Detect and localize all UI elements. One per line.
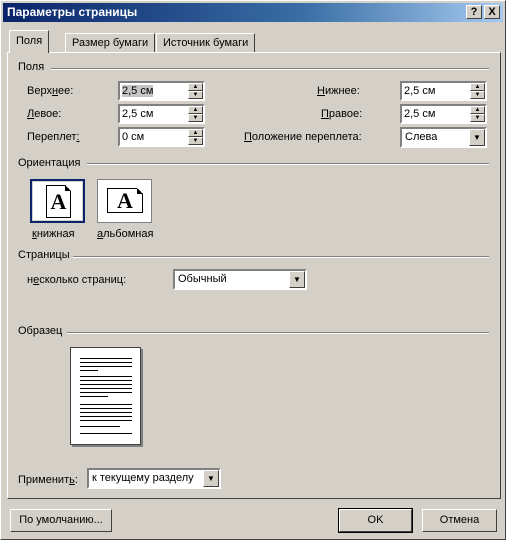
spin-up-icon[interactable]: ▲ bbox=[188, 83, 203, 91]
preview-line bbox=[80, 408, 132, 409]
spin-up-icon[interactable]: ▲ bbox=[188, 129, 203, 137]
dialog-title: Параметры страницы bbox=[7, 5, 138, 19]
gutter-position-value: Слева bbox=[405, 131, 438, 143]
right-margin-label: Правое: bbox=[321, 108, 363, 120]
portrait-option[interactable]: A bbox=[30, 179, 85, 223]
landscape-page-icon: A bbox=[107, 188, 143, 213]
apply-to-label: Применить: bbox=[18, 474, 78, 486]
preview-line bbox=[80, 392, 132, 393]
right-margin-field[interactable]: 2,5 см ▲ ▼ bbox=[400, 104, 487, 124]
spin-down-icon[interactable]: ▼ bbox=[470, 91, 485, 99]
bottom-margin-label: Нижнее: bbox=[317, 85, 360, 97]
top-margin-field[interactable]: 2,5 см ▲ ▼ bbox=[118, 81, 205, 101]
apply-to-select[interactable]: к текущему разделу ▼ bbox=[87, 468, 221, 489]
portrait-label: книжная bbox=[32, 228, 75, 240]
tab-margins[interactable]: Поля bbox=[9, 30, 50, 53]
chevron-down-icon[interactable]: ▼ bbox=[469, 129, 485, 146]
preview-line bbox=[80, 358, 132, 359]
spinner-arrows[interactable]: ▲ ▼ bbox=[188, 83, 203, 99]
spin-up-icon[interactable]: ▲ bbox=[470, 83, 485, 91]
tab-paper-source[interactable]: Источник бумаги bbox=[156, 33, 256, 53]
spin-down-icon[interactable]: ▼ bbox=[188, 137, 203, 145]
spinner-arrows[interactable]: ▲ ▼ bbox=[188, 129, 203, 145]
help-button[interactable]: ? bbox=[466, 5, 482, 19]
left-margin-value: 2,5 см bbox=[122, 108, 154, 120]
preview-line bbox=[80, 362, 132, 363]
preview-line bbox=[80, 420, 132, 421]
page-preview bbox=[70, 347, 141, 445]
divider bbox=[73, 256, 489, 258]
divider bbox=[51, 68, 489, 70]
pages-group-label: Страницы bbox=[18, 249, 70, 261]
preview-line bbox=[80, 370, 98, 371]
tab-label: Поля bbox=[16, 35, 43, 47]
title-bar[interactable]: Параметры страницы ? X bbox=[3, 3, 503, 22]
cancel-button[interactable]: Отмена bbox=[422, 509, 497, 532]
gutter-value: 0 см bbox=[122, 131, 145, 143]
right-margin-value: 2,5 см bbox=[404, 108, 436, 120]
divider bbox=[67, 332, 489, 334]
spinner-arrows[interactable]: ▲ ▼ bbox=[470, 106, 485, 122]
tab-paper-size[interactable]: Размер бумаги bbox=[65, 33, 156, 53]
spinner-arrows[interactable]: ▲ ▼ bbox=[188, 106, 203, 122]
landscape-option[interactable]: A bbox=[97, 179, 152, 223]
preview-line bbox=[80, 376, 132, 377]
spin-up-icon[interactable]: ▲ bbox=[188, 106, 203, 114]
preview-line bbox=[80, 433, 132, 434]
left-margin-field[interactable]: 2,5 см ▲ ▼ bbox=[118, 104, 205, 124]
close-button[interactable]: X bbox=[484, 5, 500, 19]
preview-line bbox=[80, 384, 132, 385]
orientation-group-label: Ориентация bbox=[18, 157, 81, 169]
default-button[interactable]: По умолчанию... bbox=[10, 509, 112, 532]
divider bbox=[87, 163, 489, 165]
preview-line bbox=[80, 396, 108, 397]
preview-line bbox=[80, 404, 132, 405]
spin-down-icon[interactable]: ▼ bbox=[188, 91, 203, 99]
gutter-field[interactable]: 0 см ▲ ▼ bbox=[118, 127, 205, 147]
spinner-arrows[interactable]: ▲ ▼ bbox=[470, 83, 485, 99]
bottom-margin-value: 2,5 см bbox=[404, 85, 436, 97]
ok-button[interactable]: OK bbox=[338, 508, 413, 533]
apply-to-value: к текущему разделу bbox=[92, 472, 194, 484]
preview-line bbox=[80, 388, 132, 389]
portrait-page-icon: A bbox=[46, 185, 71, 218]
tab-label: Размер бумаги bbox=[72, 37, 149, 49]
left-margin-label: Левое: bbox=[27, 108, 62, 120]
preview-line bbox=[80, 426, 120, 427]
multiple-pages-label: несколько страниц: bbox=[27, 274, 127, 286]
preview-line bbox=[80, 412, 132, 413]
gutter-position-select[interactable]: Слева ▼ bbox=[400, 127, 487, 148]
margins-group-label: Поля bbox=[18, 61, 45, 73]
multiple-pages-value: Обычный bbox=[178, 273, 227, 285]
chevron-down-icon[interactable]: ▼ bbox=[289, 271, 305, 288]
preview-group-label: Образец bbox=[18, 325, 63, 337]
spin-down-icon[interactable]: ▼ bbox=[470, 114, 485, 122]
spin-down-icon[interactable]: ▼ bbox=[188, 114, 203, 122]
preview-line bbox=[80, 416, 132, 417]
bottom-margin-field[interactable]: 2,5 см ▲ ▼ bbox=[400, 81, 487, 101]
landscape-label: альбомная bbox=[97, 228, 154, 240]
multiple-pages-select[interactable]: Обычный ▼ bbox=[173, 269, 307, 290]
preview-line bbox=[80, 366, 132, 367]
top-margin-label: Верхнее: bbox=[27, 85, 74, 97]
tab-label: Источник бумаги bbox=[163, 37, 249, 49]
gutter-position-label: Положение переплета: bbox=[244, 131, 362, 143]
top-margin-value: 2,5 см bbox=[122, 85, 154, 97]
spin-up-icon[interactable]: ▲ bbox=[470, 106, 485, 114]
gutter-label: Переплет: bbox=[27, 131, 80, 143]
preview-line bbox=[80, 380, 132, 381]
page-setup-dialog: Параметры страницы ? X Поля Размер бумаг… bbox=[0, 0, 506, 540]
chevron-down-icon[interactable]: ▼ bbox=[203, 470, 219, 487]
